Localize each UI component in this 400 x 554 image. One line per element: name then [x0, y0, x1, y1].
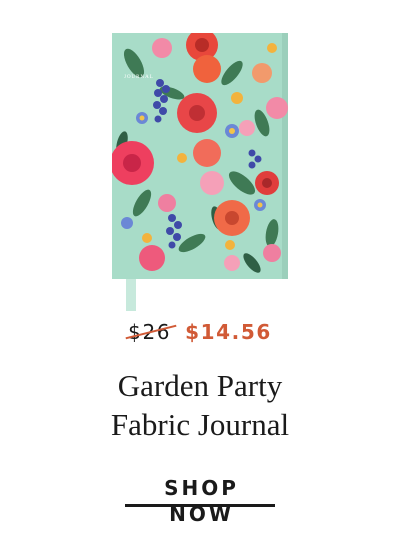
shop-now-label: SHOP NOW	[164, 476, 239, 526]
product-title-line-2: Fabric Journal	[110, 407, 290, 442]
original-price: $26	[125, 319, 177, 345]
product-image-link[interactable]: JOURNAL	[112, 33, 288, 311]
price-row: $26 $14.56	[0, 319, 400, 345]
journal-cover-image: JOURNAL	[112, 33, 288, 311]
shop-now-button[interactable]: SHOP NOW	[125, 475, 275, 526]
product-title-line-1: Garden Party	[117, 368, 283, 403]
product-card: JOURNAL $26 $14.56 Garden Party Fabric J…	[0, 0, 400, 554]
shop-now-underline	[125, 504, 275, 507]
sale-price: $14.56	[185, 320, 272, 344]
product-title-link[interactable]: Garden Party Fabric Journal	[0, 366, 400, 444]
cover-text: JOURNAL	[124, 75, 154, 80]
